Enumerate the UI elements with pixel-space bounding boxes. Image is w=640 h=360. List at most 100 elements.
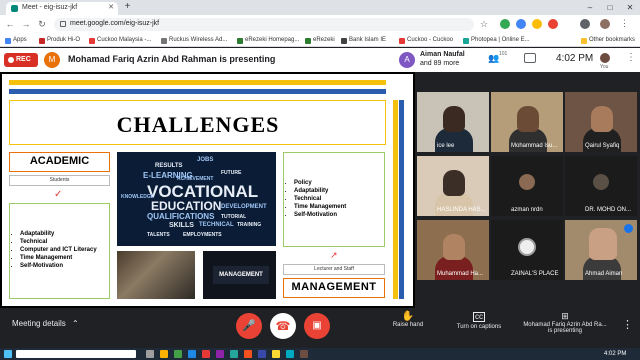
more-options-icon[interactable]: ⋮ bbox=[622, 318, 633, 331]
minimize-icon[interactable]: – bbox=[580, 0, 600, 15]
taskbar-app-icon[interactable] bbox=[174, 350, 182, 358]
taskbar-app-icon[interactable] bbox=[202, 350, 210, 358]
bookmark-favicon-icon bbox=[89, 38, 95, 44]
taskbar-app-icon[interactable] bbox=[244, 350, 252, 358]
participant-tile-name: Mohammad Isu... bbox=[511, 143, 558, 149]
bookmark-item[interactable]: eRezeki Homepag... bbox=[236, 36, 299, 45]
management-heading: MANAGEMENT bbox=[291, 281, 377, 293]
participant-tile-name: DR. MOHD ON... bbox=[585, 207, 631, 213]
vocational-education-wordcloud: VOCATIONAL EDUCATION E-LEARNING QUALIFIC… bbox=[117, 152, 276, 246]
participant-tile[interactable]: Ahmad Aiman bbox=[565, 220, 637, 280]
bookmark-other[interactable]: Other bookmarks bbox=[580, 36, 635, 45]
academic-list-box: Adaptability Technical Computer and ICT … bbox=[9, 203, 110, 299]
academic-item: Self-Motivation bbox=[20, 262, 109, 270]
browser-tab[interactable]: Meet - eig-isuz-jkf ✕ bbox=[6, 2, 118, 15]
check-mark-icon: ✓ bbox=[54, 189, 63, 200]
new-tab-button[interactable]: + bbox=[122, 2, 133, 13]
reload-icon[interactable]: ↻ bbox=[36, 18, 48, 30]
url-text: meet.google.com/eig-isuz-jkf bbox=[70, 20, 160, 27]
academic-heading: ACADEMIC bbox=[29, 155, 90, 167]
wordcloud-word: SKILLS bbox=[169, 222, 194, 229]
participant-avatar-photo bbox=[593, 174, 609, 190]
captions-button[interactable]: cc Turn on captions bbox=[448, 311, 510, 330]
taskbar-app-icon[interactable] bbox=[146, 350, 154, 358]
participant-summary[interactable]: Aiman Naufal and 89 more bbox=[420, 50, 465, 68]
forward-icon[interactable]: → bbox=[20, 18, 32, 30]
raise-hand-button[interactable]: ✋ Raise hand bbox=[378, 311, 438, 328]
profile-avatar-icon[interactable] bbox=[600, 19, 610, 29]
bookmark-item[interactable]: Ruckus Wireless Ad... bbox=[160, 36, 227, 45]
person-head bbox=[443, 234, 465, 260]
start-icon[interactable] bbox=[4, 350, 12, 358]
participant-avatar-photo bbox=[519, 174, 535, 190]
academic-item: Technical bbox=[20, 238, 109, 246]
participant-tile-name: Ahmad Aiman bbox=[585, 271, 623, 277]
chat-icon[interactable] bbox=[524, 53, 536, 63]
taskbar-app-icon[interactable] bbox=[258, 350, 266, 358]
wordcloud-word: DEVELOPMENT bbox=[221, 204, 267, 210]
bookmark-item[interactable]: Cuckoo - Cuckoo bbox=[398, 36, 453, 45]
bookmark-apps[interactable]: Apps bbox=[4, 36, 27, 45]
participant-tile[interactable]: HASLINDA HAS... bbox=[417, 156, 489, 216]
participant-tile[interactable]: Mohammad Isu... bbox=[491, 92, 563, 152]
lock-icon bbox=[60, 21, 66, 27]
maximize-icon[interactable]: □ bbox=[600, 0, 620, 15]
meet-more-icon[interactable]: ⋮ bbox=[626, 52, 636, 63]
browser-menu-icon[interactable]: ⋮ bbox=[620, 18, 629, 29]
participant-tile[interactable]: Qairul Syafiq bbox=[565, 92, 637, 152]
back-icon[interactable]: ← bbox=[4, 18, 16, 30]
taskbar-app-icon[interactable] bbox=[300, 350, 308, 358]
management-item: Policy bbox=[294, 179, 384, 187]
participant-tile[interactable]: DR. MOHD ON... bbox=[565, 156, 637, 216]
extension-icon[interactable] bbox=[532, 19, 542, 29]
self-avatar-icon bbox=[600, 53, 610, 63]
leave-call-button[interactable]: ☎ bbox=[270, 313, 296, 339]
wordcloud-word: RESULTS bbox=[155, 163, 183, 169]
close-tab-icon[interactable]: ✕ bbox=[108, 3, 114, 11]
bookmark-item[interactable]: Cuckoo Malaysia -... bbox=[88, 36, 151, 45]
bookmark-favicon-icon bbox=[399, 38, 405, 44]
close-window-icon[interactable]: ✕ bbox=[620, 0, 640, 15]
participant-name: Aiman Naufal bbox=[420, 51, 465, 58]
presenting-button[interactable]: ⊞ Mohamad Fariq Azrin Abd Ra... is prese… bbox=[516, 311, 614, 334]
management-item: Time Management bbox=[294, 203, 384, 211]
star-icon[interactable]: ☆ bbox=[480, 19, 488, 29]
taskbar-search-box[interactable] bbox=[16, 350, 136, 358]
url-field[interactable]: meet.google.com/eig-isuz-jkf bbox=[54, 18, 474, 31]
management-list: Policy Adaptability Technical Time Manag… bbox=[284, 179, 384, 219]
slide-blue-bar bbox=[9, 89, 386, 94]
meeting-details-button[interactable]: Meeting details ⌃ bbox=[12, 319, 79, 328]
participant-tile[interactable]: ZAINAL'S PLACE bbox=[491, 220, 563, 280]
extension-icon[interactable] bbox=[516, 19, 526, 29]
mic-off-button[interactable]: 🎤 bbox=[236, 313, 262, 339]
recording-badge: REC bbox=[4, 53, 38, 67]
extension-icon[interactable] bbox=[500, 19, 510, 29]
workshop-photo bbox=[117, 251, 195, 299]
taskbar-app-icon[interactable] bbox=[216, 350, 224, 358]
bookmark-item[interactable]: eRezeki bbox=[304, 36, 335, 45]
bookmark-item[interactable]: Photopea | Online E... bbox=[462, 36, 530, 45]
taskbar-app-icon[interactable] bbox=[230, 350, 238, 358]
folder-icon bbox=[581, 38, 587, 44]
participant-tile[interactable]: ice lee bbox=[417, 92, 489, 152]
slide-side-gold bbox=[393, 100, 398, 299]
taskbar-app-icon[interactable] bbox=[188, 350, 196, 358]
participant-tile[interactable]: azman nrdn bbox=[491, 156, 563, 216]
people-icon[interactable]: 👥 bbox=[488, 53, 499, 64]
bookmark-favicon-icon bbox=[341, 38, 347, 44]
bookmark-favicon-icon bbox=[237, 38, 243, 44]
slide-title: CHALLENGES bbox=[116, 112, 280, 137]
camera-off-icon: ▣ bbox=[312, 320, 322, 331]
camera-off-button[interactable]: ▣ bbox=[304, 313, 330, 339]
management-list-box: Policy Adaptability Technical Time Manag… bbox=[283, 152, 385, 247]
extensions-puzzle-icon[interactable] bbox=[580, 19, 590, 29]
taskbar-app-icon[interactable] bbox=[272, 350, 280, 358]
participant-tile[interactable]: Muhammad Ha... bbox=[417, 220, 489, 280]
bookmark-item[interactable]: Bank Islam IE bbox=[340, 36, 386, 45]
extension-icon[interactable] bbox=[548, 19, 558, 29]
taskbar-app-icon[interactable] bbox=[160, 350, 168, 358]
bookmark-item[interactable]: Produk Hi-O bbox=[38, 36, 80, 45]
person-head bbox=[589, 228, 617, 260]
taskbar-app-icon[interactable] bbox=[286, 350, 294, 358]
person-head bbox=[443, 106, 465, 132]
